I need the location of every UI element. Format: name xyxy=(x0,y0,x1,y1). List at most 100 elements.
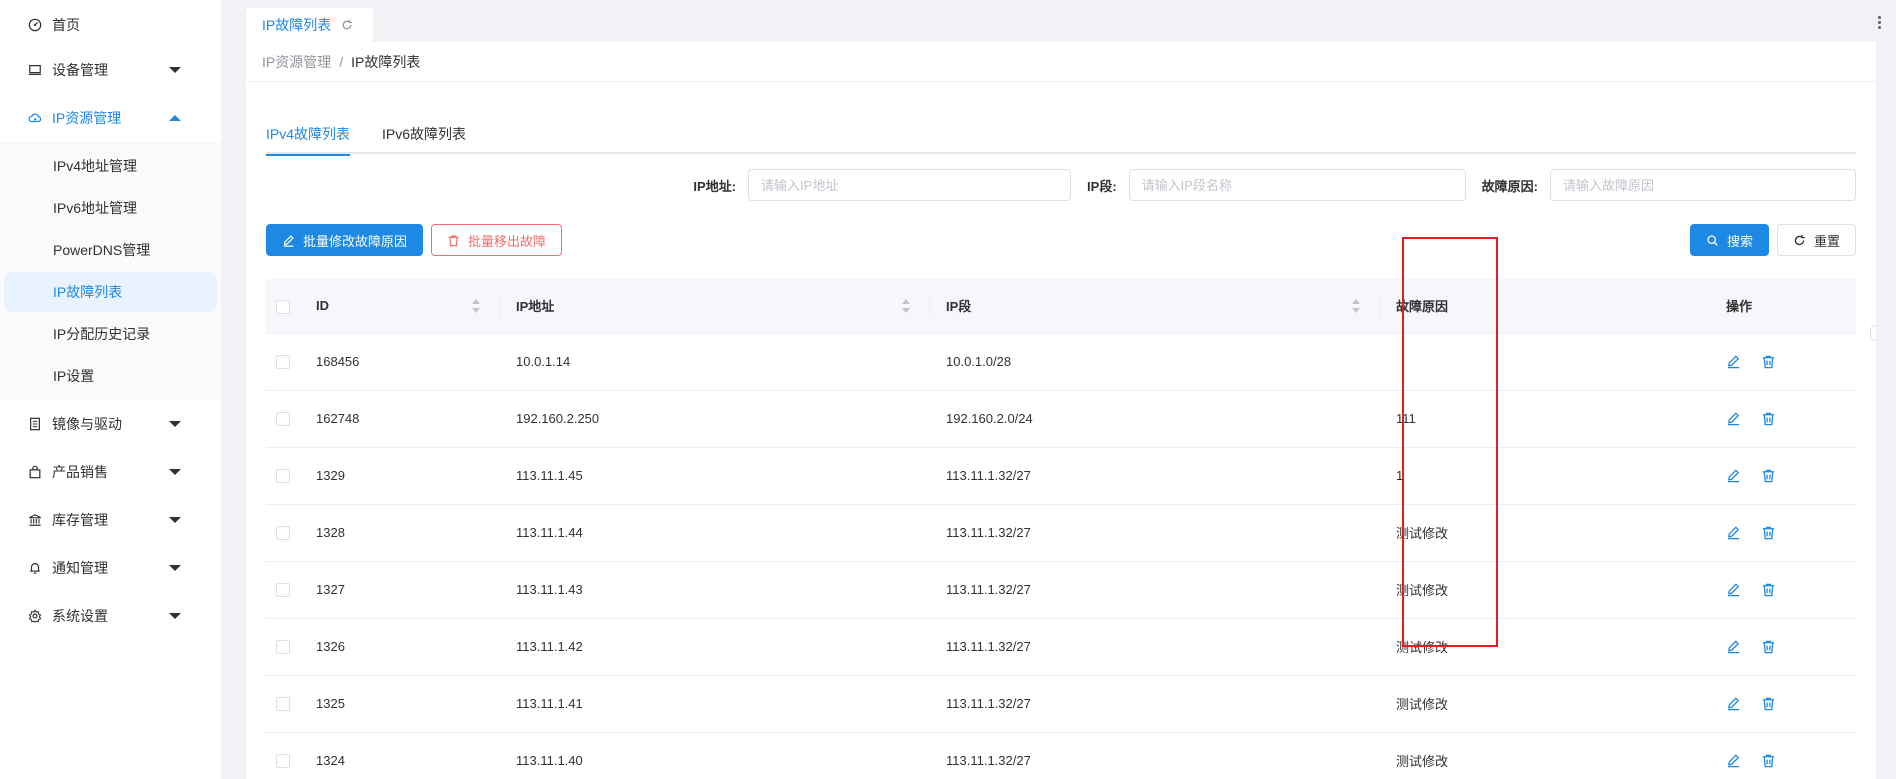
sidebar-item-stock[interactable]: 库存管理 xyxy=(0,496,221,544)
row-checkbox-cell xyxy=(266,504,306,562)
edit-icon[interactable] xyxy=(1726,696,1742,712)
sort-icon[interactable] xyxy=(1352,298,1360,313)
cell-id: 162748 xyxy=(306,390,500,448)
trash-icon[interactable] xyxy=(1761,525,1777,541)
ip-address-label: IP地址: xyxy=(693,178,737,194)
sidebar-item-home[interactable]: 首页 xyxy=(0,4,221,46)
cell-ip: 113.11.1.45 xyxy=(500,447,930,505)
chevron-down-icon xyxy=(169,421,181,427)
sidebar-subitem-ipv4[interactable]: IPv4地址管理 xyxy=(4,146,217,186)
sidebar-item-product[interactable]: 产品销售 xyxy=(0,448,221,496)
header-ip-label: IP地址 xyxy=(516,299,555,315)
cell-operations xyxy=(1698,390,1856,448)
table-row: 1324 113.11.1.40 113.11.1.32/27 测试修改 xyxy=(266,732,1856,779)
row-checkbox[interactable] xyxy=(276,412,290,427)
cell-segment: 113.11.1.32/27 xyxy=(930,447,1380,505)
cell-reason xyxy=(1380,333,1698,391)
row-checkbox[interactable] xyxy=(276,469,290,484)
row-checkbox[interactable] xyxy=(276,754,290,769)
cell-reason: 测试修改 xyxy=(1380,618,1698,676)
row-checkbox-cell xyxy=(266,333,306,391)
fault-table: ID IP地址 IP段 故障原因 操作 168456 10.0.1.14 10.… xyxy=(266,279,1856,779)
select-all-checkbox[interactable] xyxy=(276,299,290,314)
row-checkbox[interactable] xyxy=(276,640,290,655)
cell-id: 1327 xyxy=(306,561,500,619)
sidebar-item-device[interactable]: 设备管理 xyxy=(0,46,221,94)
tab-ipv6-fault-list[interactable]: IPv6故障列表 xyxy=(382,114,466,154)
sidebar-item-image[interactable]: 镜像与驱动 xyxy=(0,400,221,448)
edit-icon[interactable] xyxy=(1726,753,1742,769)
edit-icon[interactable] xyxy=(1726,468,1742,484)
chevron-up-icon xyxy=(169,115,181,121)
sidebar-item-notice[interactable]: 通知管理 xyxy=(0,544,221,592)
header-id-label: ID xyxy=(316,298,329,314)
cell-id: 1325 xyxy=(306,675,500,733)
sidebar-subitem-powerdns[interactable]: PowerDNS管理 xyxy=(4,230,217,270)
batch-edit-reason-button[interactable]: 批量修改故障原因 xyxy=(266,224,424,256)
document-icon xyxy=(28,417,42,431)
refresh-icon[interactable] xyxy=(341,19,353,31)
trash-icon[interactable] xyxy=(1761,753,1777,769)
sort-icon[interactable] xyxy=(902,298,910,313)
edit-icon[interactable] xyxy=(1726,354,1742,370)
page-tab-label: IP故障列表 xyxy=(262,17,332,33)
sidebar-subitem-ip-settings[interactable]: IP设置 xyxy=(4,356,217,396)
search-icon xyxy=(1707,234,1718,246)
sidebar-item-ip-resource[interactable]: IP资源管理 xyxy=(0,94,221,142)
header-ip[interactable]: IP地址 xyxy=(500,279,930,334)
search-button[interactable]: 搜索 xyxy=(1689,224,1769,256)
table-row: 1327 113.11.1.43 113.11.1.32/27 测试修改 xyxy=(266,561,1856,619)
header-segment[interactable]: IP段 xyxy=(930,279,1380,334)
cell-ip: 192.160.2.250 xyxy=(500,390,930,448)
ip-segment-input[interactable] xyxy=(1128,169,1466,201)
row-checkbox[interactable] xyxy=(276,697,290,712)
trash-icon[interactable] xyxy=(1761,354,1777,370)
cell-reason: 测试修改 xyxy=(1380,561,1698,619)
fault-reason-input[interactable] xyxy=(1550,169,1856,201)
sort-icon[interactable] xyxy=(472,298,480,313)
cell-operations xyxy=(1698,732,1856,779)
edit-icon[interactable] xyxy=(1726,525,1742,541)
breadcrumb-parent[interactable]: IP资源管理 xyxy=(262,52,331,72)
row-checkbox[interactable] xyxy=(276,355,290,370)
edit-icon[interactable] xyxy=(1726,411,1742,427)
sidebar: 首页 设备管理 IP资源管理 IPv4地址管理 IPv6地址管理 PowerDN… xyxy=(0,0,221,779)
tab-ipv4-fault-list[interactable]: IPv4故障列表 xyxy=(266,114,351,156)
sidebar-item-system[interactable]: 系统设置 xyxy=(0,592,221,640)
page-tabs-bar: IP故障列表 xyxy=(246,0,1881,42)
ip-version-tabs: IPv4故障列表 IPv6故障列表 xyxy=(266,114,1856,156)
header-id[interactable]: ID xyxy=(306,279,500,334)
ip-resource-submenu: IPv4地址管理 IPv6地址管理 PowerDNS管理 IP故障列表 IP分配… xyxy=(0,142,221,400)
cell-operations xyxy=(1698,618,1856,676)
sidebar-subitem-ip-history[interactable]: IP分配历史记录 xyxy=(4,314,217,354)
batch-remove-label: 批量移出故障 xyxy=(468,233,547,249)
cell-segment: 10.0.1.0/28 xyxy=(930,333,1380,391)
row-checkbox-cell xyxy=(266,675,306,733)
cell-segment: 113.11.1.32/27 xyxy=(930,561,1380,619)
edit-icon[interactable] xyxy=(1726,639,1742,655)
sidebar-item-label: IP资源管理 xyxy=(52,110,122,126)
edit-icon[interactable] xyxy=(1726,582,1742,598)
ip-address-input[interactable] xyxy=(748,169,1072,201)
trash-icon[interactable] xyxy=(1761,468,1777,484)
collapse-handle[interactable] xyxy=(1870,325,1876,341)
trash-icon[interactable] xyxy=(1761,411,1777,427)
sidebar-subitem-ip-fault-list[interactable]: IP故障列表 xyxy=(4,272,217,312)
sidebar-subitem-ipv6[interactable]: IPv6地址管理 xyxy=(4,188,217,228)
sidebar-item-label: 产品销售 xyxy=(52,464,108,480)
row-checkbox[interactable] xyxy=(276,526,290,541)
row-checkbox[interactable] xyxy=(276,583,290,598)
ip-segment-label: IP段: xyxy=(1087,178,1117,194)
page-tab-ip-fault-list[interactable]: IP故障列表 xyxy=(246,8,374,42)
trash-icon[interactable] xyxy=(1761,582,1777,598)
row-checkbox-cell xyxy=(266,732,306,779)
more-options-icon[interactable] xyxy=(1878,16,1882,29)
trash-icon[interactable] xyxy=(1761,639,1777,655)
trash-icon[interactable] xyxy=(1761,696,1777,712)
batch-remove-fault-button[interactable]: 批量移出故障 xyxy=(431,224,563,256)
cell-id: 1328 xyxy=(306,504,500,562)
reset-button[interactable]: 重置 xyxy=(1776,224,1856,256)
filter-bar: IP地址: IP段: 故障原因: xyxy=(266,169,1856,201)
chevron-down-icon xyxy=(169,613,181,619)
breadcrumb-current: IP故障列表 xyxy=(351,53,421,70)
